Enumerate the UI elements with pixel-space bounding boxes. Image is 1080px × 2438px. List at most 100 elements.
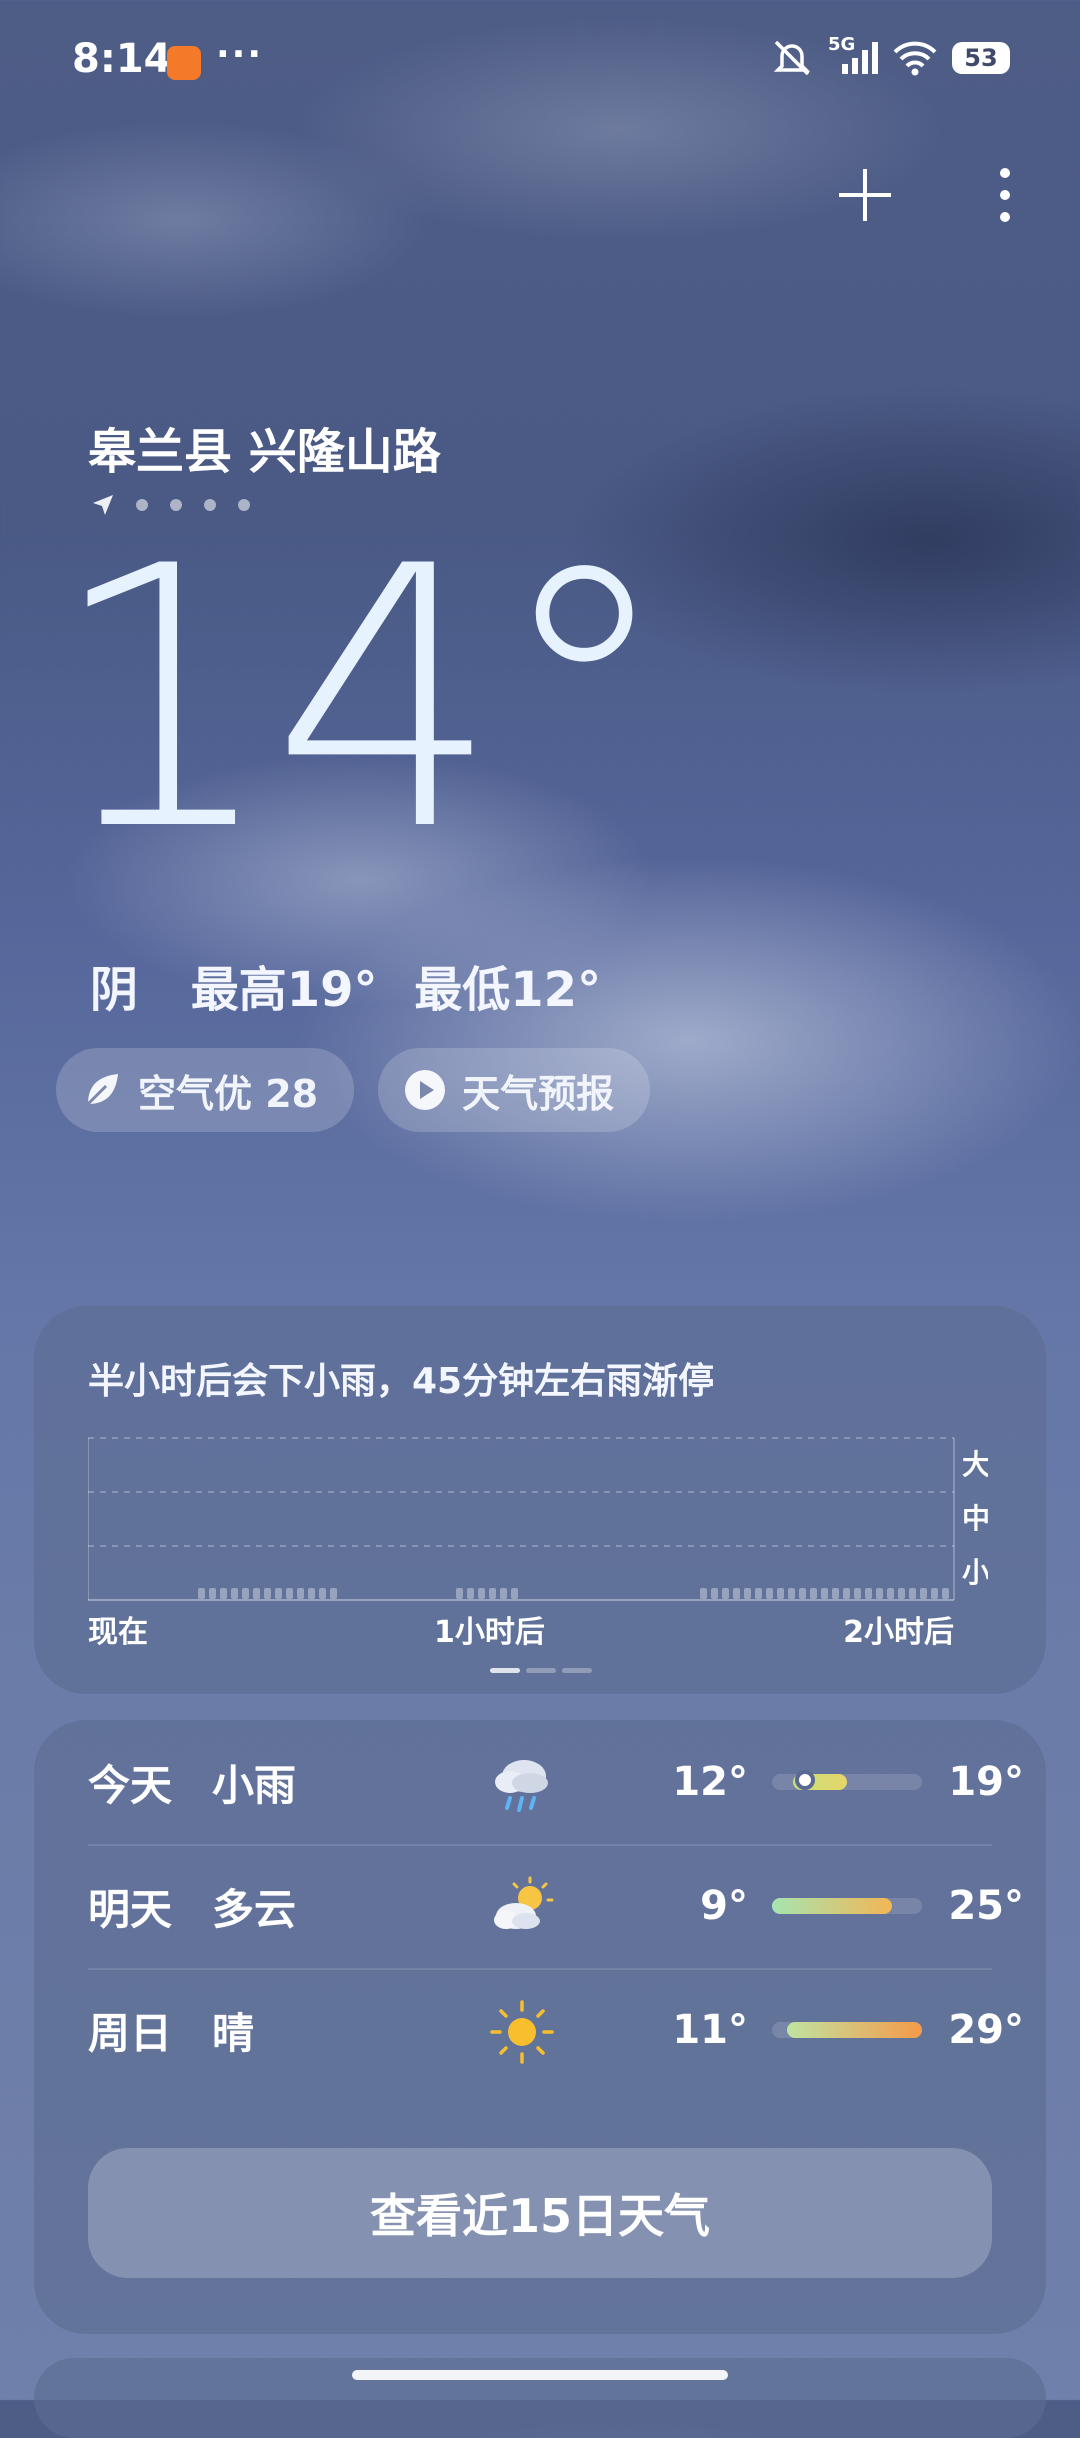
precipitation-bar xyxy=(777,1588,784,1599)
precipitation-bar xyxy=(766,1588,773,1599)
precipitation-bar xyxy=(887,1588,894,1599)
precipitation-bar xyxy=(821,1588,828,1599)
precipitation-bar xyxy=(242,1588,249,1599)
temperature-range-fill xyxy=(772,1898,892,1914)
forecast-day: 明天 xyxy=(88,1884,173,1934)
precipitation-bar xyxy=(722,1588,729,1599)
precipitation-bar xyxy=(711,1588,718,1599)
view-15-day-button[interactable]: 查看近15日天气 xyxy=(88,2148,992,2278)
weather-summary: 阴 最高19° 最低12° xyxy=(90,950,637,1020)
pager-dot xyxy=(562,1668,592,1673)
level-label-light: 小 xyxy=(962,1556,988,1589)
forecast-row[interactable]: 明天 多云 9° 25° xyxy=(88,1844,1024,1970)
pager-dot xyxy=(490,1668,520,1673)
precipitation-bar xyxy=(489,1588,496,1599)
precipitation-bar xyxy=(275,1588,282,1599)
add-city-button[interactable] xyxy=(830,160,900,230)
precipitation-bar xyxy=(253,1588,260,1599)
forecast-video-chip[interactable]: 天气预报 xyxy=(378,1048,651,1132)
info-chips: 空气优 28 天气预报 xyxy=(56,1048,651,1132)
forecast-high: 25° xyxy=(948,1883,1024,1929)
precipitation-bar xyxy=(909,1588,916,1599)
precipitation-bar xyxy=(700,1588,707,1599)
precipitation-bar xyxy=(942,1588,949,1599)
status-time: 8:14 xyxy=(72,36,172,82)
precipitation-bar xyxy=(308,1588,315,1599)
precipitation-bar xyxy=(876,1588,883,1599)
location-name[interactable]: 皋兰县 兴隆山路 xyxy=(88,412,441,482)
precipitation-bar xyxy=(500,1588,507,1599)
partly-cloudy-icon xyxy=(494,1876,554,1929)
precipitation-bar xyxy=(264,1588,271,1599)
mute-bell-icon xyxy=(773,40,811,76)
precipitation-card[interactable]: 半小时后会下小雨，45分钟左右雨渐停 大 中 小 现在 1小时后 2小时后 xyxy=(34,1306,1046,1694)
forecast-low: 12° xyxy=(672,1759,748,1805)
temperature-range-bar xyxy=(772,2022,922,2038)
time-label-2h: 2小时后 xyxy=(843,1615,954,1649)
precipitation-message: 半小时后会下小雨，45分钟左右雨渐停 xyxy=(88,1361,715,1402)
precipitation-bar xyxy=(755,1588,762,1599)
forecast-day: 今天 xyxy=(88,1760,173,1810)
menu-button[interactable] xyxy=(970,160,1040,230)
forecast-row[interactable]: 周日 晴 11° 29° xyxy=(88,1968,1024,2092)
forecast-condition: 多云 xyxy=(212,1884,297,1934)
battery-icon: 53 xyxy=(952,42,1010,74)
low-temperature: 最低12° xyxy=(414,962,602,1018)
air-quality-chip[interactable]: 空气优 28 xyxy=(56,1048,355,1132)
rain-cloud-icon xyxy=(495,1760,548,1812)
air-quality-label: 空气优 28 xyxy=(138,1071,319,1116)
sun-icon xyxy=(490,2000,554,2064)
top-actions xyxy=(830,160,1040,230)
precipitation-bar xyxy=(832,1588,839,1599)
current-temperature-marker xyxy=(795,1770,815,1790)
precipitation-bar xyxy=(733,1588,740,1599)
more-vertical-icon xyxy=(1000,168,1010,222)
temperature-range-bar xyxy=(772,1770,922,1790)
precipitation-chart: 大 中 小 现在 1小时后 2小时后 xyxy=(88,1437,988,1649)
shopping-app-notification-icon xyxy=(167,46,201,80)
time-label-1h: 1小时后 xyxy=(434,1615,545,1649)
precipitation-bar xyxy=(330,1588,337,1599)
leaf-icon xyxy=(82,1070,122,1110)
precipitation-bar xyxy=(220,1588,227,1599)
precipitation-bar xyxy=(920,1588,927,1599)
forecast-high: 19° xyxy=(948,1759,1024,1805)
play-icon xyxy=(404,1069,446,1111)
level-label-medium: 中 xyxy=(962,1502,988,1535)
forecast-row[interactable]: 今天 小雨 12° 19° xyxy=(88,1720,1024,1846)
forecast-condition: 晴 xyxy=(212,2008,255,2058)
precipitation-bar xyxy=(843,1588,850,1599)
home-indicator[interactable] xyxy=(352,2370,728,2380)
precipitation-bar xyxy=(231,1588,238,1599)
precipitation-bars xyxy=(198,1588,949,1599)
daily-forecast-card: 今天 小雨 12° 19° 明天 多云 9° 25° 周日 晴 11° 29° … xyxy=(34,1720,1046,2334)
high-temperature: 最高19° xyxy=(190,962,378,1018)
precipitation-bar xyxy=(319,1588,326,1599)
precipitation-bar xyxy=(467,1588,474,1599)
precipitation-bar xyxy=(898,1588,905,1599)
precipitation-bar xyxy=(799,1588,806,1599)
status-bar: 8:14 ··· 5G 53 xyxy=(0,0,1080,120)
current-condition: 阴 xyxy=(90,962,139,1018)
precipitation-bar xyxy=(478,1588,485,1599)
wifi-icon xyxy=(893,41,937,76)
precipitation-bar xyxy=(456,1588,463,1599)
forecast-video-label: 天气预报 xyxy=(462,1071,615,1116)
precipitation-bar xyxy=(931,1588,938,1599)
time-label-now: 现在 xyxy=(88,1615,148,1649)
more-notifications-icon: ··· xyxy=(216,34,264,75)
temperature-range-bar xyxy=(772,1898,922,1914)
forecast-low: 11° xyxy=(672,2007,748,2053)
precipitation-bar xyxy=(511,1588,518,1599)
precipitation-bar xyxy=(297,1588,304,1599)
forecast-condition: 小雨 xyxy=(212,1760,297,1810)
plus-icon xyxy=(839,169,891,221)
precipitation-bar xyxy=(865,1588,872,1599)
level-label-heavy: 大 xyxy=(962,1448,988,1481)
current-temperature: 14° xyxy=(48,490,674,909)
precipitation-bar xyxy=(286,1588,293,1599)
precipitation-bar xyxy=(854,1588,861,1599)
pager-dot xyxy=(526,1668,556,1673)
card-pager xyxy=(490,1668,592,1673)
forecast-day: 周日 xyxy=(88,2008,173,2058)
